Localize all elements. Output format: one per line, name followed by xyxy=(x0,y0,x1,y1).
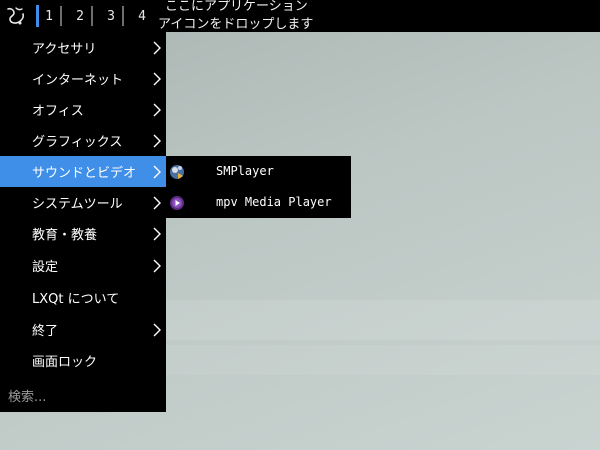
menu-item-label: 教育・教養 xyxy=(32,228,98,243)
submenu-item-label: SMPlayer xyxy=(216,164,274,178)
top-panel: 1 2 3 4 ここにアプリケーション アイコンをドロップします xyxy=(0,0,600,32)
menu-item-graphics[interactable]: グラフィックス xyxy=(0,125,166,156)
desktop-number: 1 xyxy=(45,8,53,24)
menu-item-label: インターネット xyxy=(32,73,124,88)
menu-item-accessories[interactable]: アクセサリ xyxy=(0,32,166,63)
menu-item-label: 設定 xyxy=(32,260,59,275)
menu-item-label: オフィス xyxy=(32,104,84,119)
quicklaunch-hint: ここにアプリケーション xyxy=(165,0,308,14)
chevron-right-icon xyxy=(152,94,162,125)
chevron-right-icon xyxy=(152,250,162,281)
menu-item-label: LXQt について xyxy=(32,292,120,307)
divider xyxy=(91,6,93,26)
menu-item-about-lxqt[interactable]: LXQt について xyxy=(0,282,166,313)
desktop-switch-1[interactable]: 1 xyxy=(36,2,62,30)
smplayer-icon xyxy=(170,165,184,179)
chevron-right-icon xyxy=(152,156,162,187)
menu-item-settings[interactable]: 設定 xyxy=(0,250,166,281)
sound-video-submenu: SMPlayer mpv Media Player xyxy=(166,156,351,218)
desktop-switch-3[interactable]: 3 xyxy=(98,2,124,30)
menu-item-label: 終了 xyxy=(32,324,59,339)
menu-item-label: サウンドとビデオ xyxy=(32,166,137,181)
menu-item-lock-screen[interactable]: 画面ロック xyxy=(0,345,166,376)
chevron-right-icon xyxy=(152,218,162,249)
desktop-switch-2[interactable]: 2 xyxy=(67,2,93,30)
divider xyxy=(60,6,62,26)
menu-item-education[interactable]: 教育・教養 xyxy=(0,218,166,249)
menu-item-label: システムツール xyxy=(32,197,123,212)
chevron-right-icon xyxy=(152,125,162,156)
desktop-band xyxy=(166,300,600,340)
submenu-item-mpv[interactable]: mpv Media Player xyxy=(166,187,351,218)
desktop-number: 3 xyxy=(107,8,115,24)
desktop-number: 4 xyxy=(138,8,146,24)
divider xyxy=(122,6,124,26)
mpv-icon xyxy=(170,196,184,210)
desktop-switch-4[interactable]: 4 xyxy=(129,2,155,30)
chevron-right-icon xyxy=(152,63,162,94)
menu-item-label: 画面ロック xyxy=(32,355,98,370)
quicklaunch-hint: アイコンをドロップします xyxy=(158,17,314,32)
desktop-number: 2 xyxy=(76,8,84,24)
menu-item-label: アクセサリ xyxy=(32,42,97,57)
menu-item-internet[interactable]: インターネット xyxy=(0,63,166,94)
lxqt-logo-icon xyxy=(7,7,25,25)
chevron-right-icon xyxy=(152,314,162,345)
submenu-item-label: mpv Media Player xyxy=(216,195,332,209)
chevron-right-icon xyxy=(152,187,162,218)
start-menu-button[interactable] xyxy=(0,0,32,32)
menu-item-system-tools[interactable]: システムツール xyxy=(0,187,166,218)
application-menu: アクセサリ インターネット オフィス グラフィックス サウンドとビデオ システム… xyxy=(0,32,166,412)
menu-item-office[interactable]: オフィス xyxy=(0,94,166,125)
menu-item-label: グラフィックス xyxy=(32,135,123,150)
chevron-right-icon xyxy=(152,32,162,63)
menu-search-input[interactable]: 検索... xyxy=(8,386,46,405)
menu-item-leave[interactable]: 終了 xyxy=(0,314,166,345)
desktop-band xyxy=(166,345,600,375)
submenu-item-smplayer[interactable]: SMPlayer xyxy=(166,156,351,187)
menu-item-sound-video[interactable]: サウンドとビデオ xyxy=(0,156,166,187)
quicklaunch-drop-area[interactable]: ここにアプリケーション アイコンをドロップします xyxy=(158,0,358,34)
